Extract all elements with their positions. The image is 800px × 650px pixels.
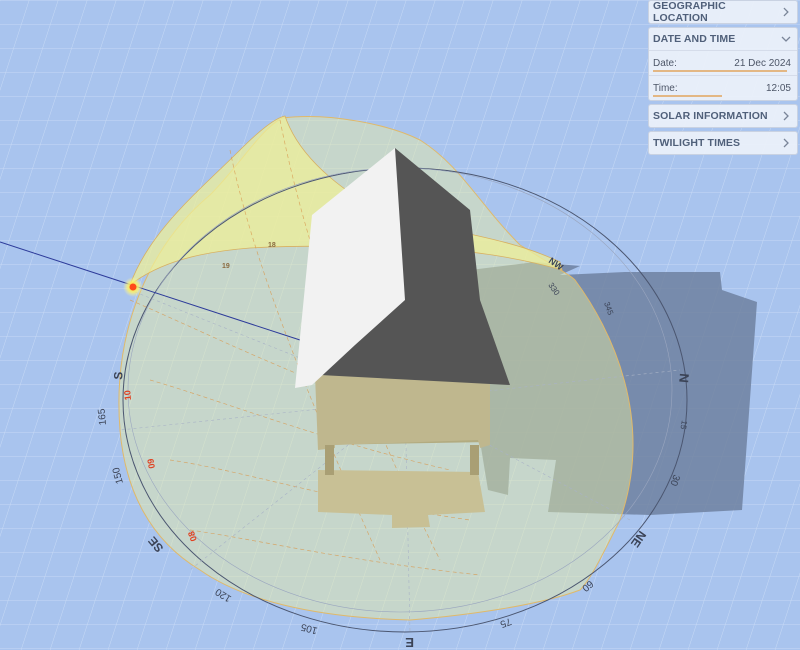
hour-label-10: 10	[122, 390, 133, 401]
hour-label-09: 09	[145, 458, 157, 470]
section-title: TWILIGHT TIMES	[653, 137, 741, 149]
sun-marker[interactable]	[129, 283, 137, 291]
section-header[interactable]: TWILIGHT TIMES	[649, 132, 797, 154]
section-header[interactable]: GEOGRAPHIC LOCATION	[649, 0, 797, 24]
date-row[interactable]: Date: 21 Dec 2024	[649, 50, 797, 75]
building-wall-front	[315, 375, 490, 450]
section-twilight-times[interactable]: TWILIGHT TIMES	[648, 131, 798, 155]
date-label: Date:	[653, 57, 677, 69]
hour-label-19: 19	[222, 263, 230, 270]
section-title: GEOGRAPHIC LOCATION	[653, 0, 726, 24]
control-panel: GEOGRAPHIC LOCATION DATE AND TIME Date: …	[648, 0, 798, 158]
time-label: Time:	[653, 82, 678, 94]
hour-label-18: 18	[268, 242, 276, 249]
date-slider[interactable]	[653, 70, 787, 72]
section-date-and-time[interactable]: DATE AND TIME Date: 21 Dec 2024 Time: 12…	[648, 27, 798, 101]
time-slider[interactable]	[653, 95, 722, 97]
date-value: 21 Dec 2024	[734, 57, 791, 69]
chevron-down-icon	[781, 36, 791, 42]
building-post	[325, 445, 334, 475]
chevron-right-icon	[783, 7, 789, 17]
section-title: SOLAR INFORMATION	[653, 110, 768, 122]
section-geographic-location[interactable]: GEOGRAPHIC LOCATION	[648, 0, 798, 24]
compass-label-s: S	[111, 371, 126, 380]
chevron-right-icon	[783, 111, 789, 121]
section-title: DATE AND TIME	[653, 33, 736, 45]
section-header[interactable]: SOLAR INFORMATION	[649, 105, 797, 127]
compass-label-165: 165	[97, 408, 109, 426]
time-row[interactable]: Time: 12:05	[649, 75, 797, 100]
chevron-right-icon	[783, 138, 789, 148]
section-solar-information[interactable]: SOLAR INFORMATION	[648, 104, 798, 128]
compass-label-n: N	[676, 373, 692, 384]
section-header[interactable]: DATE AND TIME	[649, 28, 797, 50]
time-value: 12:05	[765, 82, 791, 94]
compass-label-e: E	[405, 635, 414, 650]
building-post	[470, 445, 479, 475]
